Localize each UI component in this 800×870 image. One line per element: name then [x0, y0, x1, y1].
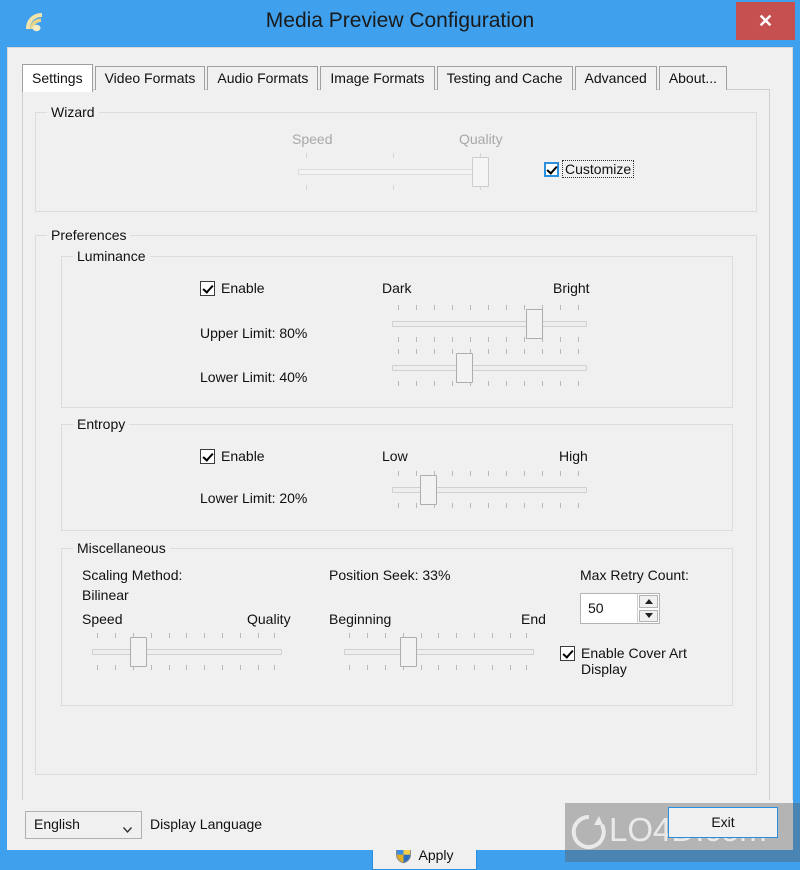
scaling-method-value: Bilinear: [82, 587, 129, 603]
enable-cover-art-display-checkbox[interactable]: Enable Cover Art Display: [560, 645, 701, 677]
luminance-upper-limit-slider[interactable]: [392, 303, 587, 345]
customize-checkbox[interactable]: Customize: [544, 160, 635, 178]
luminance-lower-thumb[interactable]: [456, 353, 473, 383]
position-thumb[interactable]: [400, 637, 417, 667]
exit-button[interactable]: Exit: [668, 807, 778, 838]
wizard-slider-ticks-bottom: [298, 185, 488, 190]
max-retry-count-value[interactable]: 50: [581, 594, 637, 623]
wizard-slider-track: [298, 169, 488, 175]
tab-audio-formats[interactable]: Audio Formats: [207, 66, 319, 90]
tab-video-formats[interactable]: Video Formats: [94, 66, 206, 90]
luminance-dark-label: Dark: [382, 280, 412, 296]
display-language-select[interactable]: English: [25, 811, 142, 839]
position-seek-slider[interactable]: [344, 631, 534, 673]
tab-settings[interactable]: Settings: [22, 64, 93, 92]
caret-up-icon: [644, 598, 653, 604]
entropy-group: Entropy Enable Low High Lower Limit: 20%: [61, 416, 733, 531]
scaling-track: [92, 649, 282, 655]
position-beginning-label: Beginning: [329, 611, 392, 627]
wizard-slider-thumb[interactable]: [472, 157, 489, 187]
scaling-quality-label: Quality: [247, 611, 291, 627]
chevron-down-icon: [122, 822, 133, 834]
close-icon: ✕: [757, 11, 774, 31]
luminance-upper-ticks-top: [392, 305, 587, 310]
luminance-upper-ticks-bottom: [392, 337, 587, 342]
display-language-value: English: [34, 816, 80, 832]
window-title: Media Preview Configuration: [265, 9, 535, 32]
entropy-group-legend: Entropy: [73, 416, 130, 432]
luminance-group: Luminance Enable Dark Bright Upper Limit…: [61, 248, 733, 408]
caret-down-icon: [644, 613, 653, 619]
luminance-upper-track: [392, 321, 587, 327]
close-button[interactable]: ✕: [736, 2, 795, 40]
entropy-low-label: Low: [382, 448, 408, 464]
max-retry-count-stepper[interactable]: 50: [580, 593, 660, 624]
position-seek-label: Position Seek: 33%: [329, 567, 451, 583]
entropy-high-label: High: [559, 448, 588, 464]
scaling-ticks-top: [92, 633, 282, 638]
position-end-label: End: [521, 611, 546, 627]
enable-cover-art-display-label: Enable Cover Art Display: [581, 645, 687, 677]
luminance-enable-label: Enable: [221, 280, 265, 296]
wizard-group-legend: Wizard: [47, 104, 99, 120]
wizard-slider-left-label: Speed: [292, 131, 333, 147]
title-bar: Media Preview Configuration ✕: [0, 0, 800, 47]
wizard-quality-slider[interactable]: [298, 151, 489, 193]
settings-tab-panel: Wizard Speed Quality Customize Preferenc…: [22, 89, 770, 870]
preferences-group-legend: Preferences: [47, 227, 131, 243]
luminance-upper-thumb[interactable]: [526, 309, 543, 339]
scaling-speed-label: Speed: [82, 611, 123, 627]
scaling-method-label: Scaling Method:: [82, 567, 183, 583]
tab-advanced[interactable]: Advanced: [574, 66, 657, 90]
preferences-group: Preferences Luminance Enable Dark Bright…: [35, 227, 757, 775]
max-retry-count-label: Max Retry Count:: [580, 567, 689, 583]
luminance-group-legend: Luminance: [73, 248, 150, 264]
tab-strip: Settings Video Formats Audio Formats Ima…: [22, 64, 770, 92]
position-track: [344, 649, 534, 655]
tab-testing-and-cache[interactable]: Testing and Cache: [436, 66, 573, 90]
luminance-enable-checkbox[interactable]: Enable: [200, 280, 265, 296]
wizard-slider-ticks-top: [298, 153, 488, 158]
application-window: Media Preview Configuration ✕ Settings V…: [0, 0, 800, 870]
wizard-group: Wizard Speed Quality Customize: [35, 104, 757, 212]
scaling-ticks-bottom: [92, 665, 282, 670]
wizard-slider-right-label: Quality: [459, 131, 503, 147]
tab-image-formats[interactable]: Image Formats: [320, 66, 435, 90]
stepper-down-button[interactable]: [639, 609, 658, 622]
position-ticks-bottom: [344, 665, 534, 670]
luminance-bright-label: Bright: [553, 280, 590, 296]
luminance-upper-limit-label: Upper Limit: 80%: [200, 325, 308, 341]
luminance-lower-track: [392, 365, 587, 371]
miscellaneous-group-legend: Miscellaneous: [73, 540, 170, 556]
checkbox-check-icon: [200, 449, 215, 464]
luminance-lower-ticks-top: [392, 349, 587, 354]
tab-about[interactable]: About...: [658, 66, 728, 90]
checkbox-check-icon: [560, 646, 575, 661]
entropy-lower-limit-label: Lower Limit: 20%: [200, 490, 308, 506]
scaling-thumb[interactable]: [130, 637, 147, 667]
entropy-lower-limit-slider[interactable]: [392, 469, 587, 511]
entropy-enable-label: Enable: [221, 448, 265, 464]
scaling-method-slider[interactable]: [92, 631, 282, 673]
stepper-buttons: [637, 594, 659, 623]
customize-checkbox-label: Customize: [561, 160, 635, 178]
miscellaneous-group: Miscellaneous Scaling Method: Bilinear S…: [61, 540, 733, 706]
entropy-thumb[interactable]: [420, 475, 437, 505]
position-ticks-top: [344, 633, 534, 638]
stepper-up-button[interactable]: [639, 595, 658, 608]
checkbox-check-icon: [200, 281, 215, 296]
checkbox-check-icon: [544, 162, 559, 177]
client-area: Settings Video Formats Audio Formats Ima…: [7, 47, 793, 870]
luminance-lower-limit-label: Lower Limit: 40%: [200, 369, 308, 385]
luminance-lower-limit-slider[interactable]: [392, 347, 587, 389]
display-language-caption: Display Language: [150, 816, 263, 832]
luminance-lower-ticks-bottom: [392, 381, 587, 386]
entropy-enable-checkbox[interactable]: Enable: [200, 448, 265, 464]
